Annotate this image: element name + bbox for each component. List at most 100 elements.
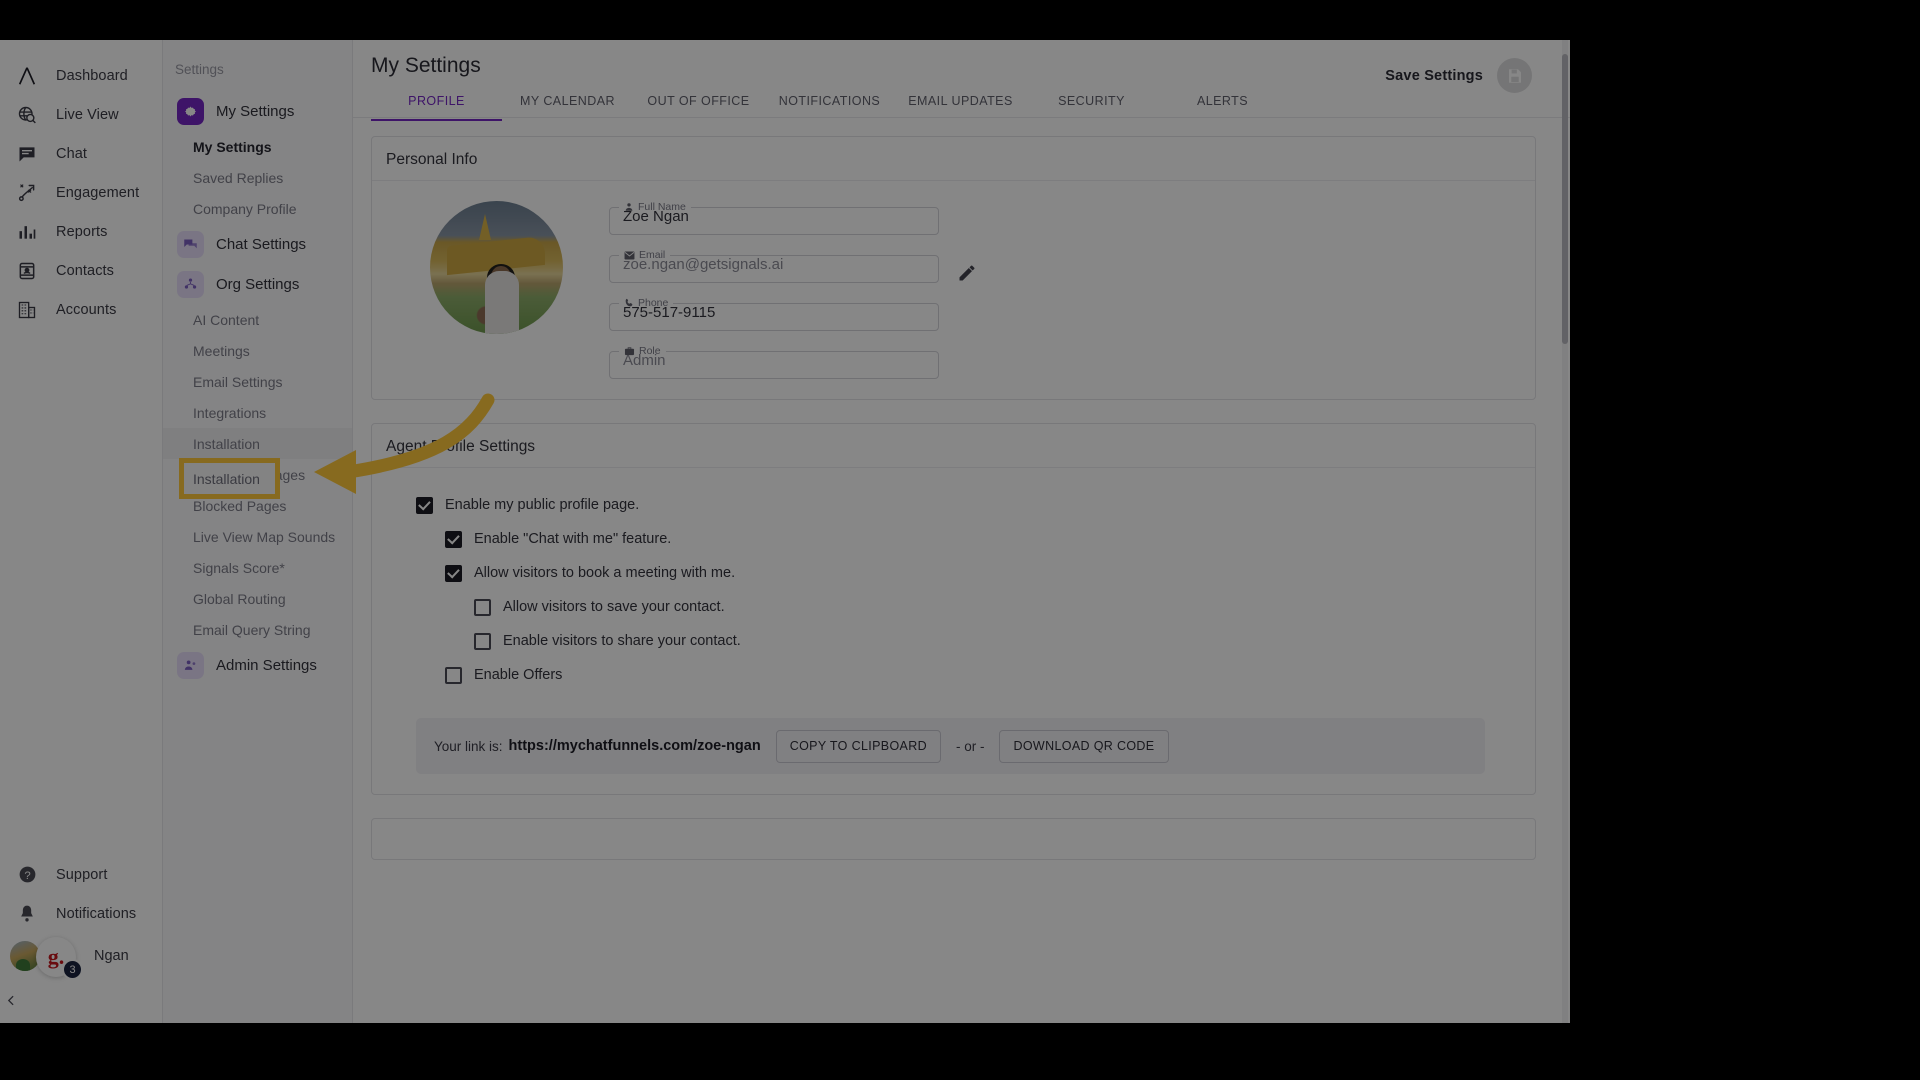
settings-group-admin-settings[interactable]: Admin Settings [163,645,352,685]
settings-sidebar-title: Settings [175,62,224,77]
notification-count-badge: 3 [62,959,83,980]
checkbox-box[interactable] [445,666,462,684]
user-name: Ngan [94,948,129,964]
sidebar-item-label: Blocked Pages [193,497,287,514]
admin-people-icon [177,651,204,679]
sidebar-item-label: Signals Score* [193,559,285,576]
personal-info-card: Personal Info Full Name Zoe Ngan Email z… [371,136,1536,400]
checkbox-label: Enable "Chat with me" feature. [474,531,672,547]
full-name-field[interactable]: Full Name Zoe Ngan [609,201,939,235]
phone-field[interactable]: Phone 575-517-9115 [609,297,939,331]
checkbox-box[interactable] [445,564,462,582]
checkbox-enable-share-contact[interactable]: Enable visitors to share your contact. [474,624,1515,658]
settings-group-chat-settings[interactable]: Chat Settings [163,224,352,264]
save-disk-icon[interactable] [1497,58,1532,93]
checkbox-box[interactable] [474,632,491,650]
role-field[interactable]: Role Admin [609,345,939,379]
checkbox-label: Enable visitors to share your contact. [503,633,741,649]
save-settings-label: Save Settings [1385,67,1483,84]
nav-item-chat[interactable]: Chat [0,134,162,173]
sidebar-item-email-query-string[interactable]: Email Query String [163,614,352,645]
gear-icon [177,97,204,125]
nav-item-reports[interactable]: Reports [0,212,162,251]
nav-item-live-view[interactable]: Live View [0,95,162,134]
tab-profile[interactable]: PROFILE [371,89,502,121]
settings-group-org-settings[interactable]: Org Settings [163,264,352,304]
checkbox-allow-save-contact[interactable]: Allow visitors to save your contact. [474,590,1515,624]
checkbox-box[interactable] [445,530,462,548]
sidebar-item-global-routing[interactable]: Global Routing [163,583,352,614]
sidebar-item-my-settings[interactable]: My Settings [163,131,352,162]
checkbox-label: Allow visitors to book a meeting with me… [474,565,736,581]
tab-notifications[interactable]: NOTIFICATIONS [764,89,895,121]
scrollbar-thumb[interactable] [1562,54,1568,344]
checkbox-enable-offers[interactable]: Enable Offers [445,658,1515,692]
svg-text:?: ? [24,870,30,882]
nav-item-support[interactable]: ? Support [0,855,162,894]
checkbox-enable-chat-with-me[interactable]: Enable "Chat with me" feature. [445,522,1515,556]
tab-my-calendar[interactable]: MY CALENDAR [502,89,633,121]
chat-bubble-icon [12,141,42,167]
field-value: Admin [623,352,666,369]
primary-nav-rail: Dashboard Live View Chat Engagement Repo… [0,40,163,1023]
nav-label: Chat [56,145,88,162]
annotation-highlight-label: Installation [193,470,260,487]
settings-group-my-settings[interactable]: My Settings [163,91,352,131]
user-profile-row[interactable]: g. 3 Ngan [0,933,162,980]
save-settings-area: Save Settings [1385,58,1532,93]
nav-label: Support [56,866,108,883]
settings-scroll-area[interactable]: Personal Info Full Name Zoe Ngan Email z… [353,118,1570,1023]
sidebar-item-label: Global Routing [193,590,286,607]
annotation-arrow-icon [314,393,495,494]
sidebar-item-ai-content[interactable]: AI Content [163,304,352,335]
profile-photo[interactable] [430,201,563,334]
tab-email-updates[interactable]: EMAIL UPDATES [895,89,1026,121]
tab-alerts[interactable]: ALERTS [1157,89,1288,121]
or-separator: - or - [955,738,985,754]
agent-profile-settings-card: Agent Profile Settings Enable my public … [371,423,1536,795]
personal-info-row: Full Name Zoe Ngan Email zoe.ngan@getsig… [386,181,1515,379]
tab-security[interactable]: SECURITY [1026,89,1157,121]
org-people-icon [177,270,204,298]
sidebar-item-live-view-map-sounds[interactable]: Live View Map Sounds [163,521,352,552]
sidebar-item-label: Company Profile [193,200,297,217]
checkbox-box[interactable] [474,598,491,616]
copy-to-clipboard-button[interactable]: COPY TO CLIPBOARD [775,729,941,763]
public-profile-url[interactable]: https://mychatfunnels.com/zoe-ngan [509,738,761,754]
sidebar-item-label: Saved Replies [193,169,284,186]
sidebar-item-meetings[interactable]: Meetings [163,335,352,366]
nav-item-dashboard[interactable]: Dashboard [0,56,162,95]
nav-item-accounts[interactable]: Accounts [0,290,162,329]
application-window: Dashboard Live View Chat Engagement Repo… [0,40,1570,1023]
photo-detail [479,214,492,241]
sidebar-item-label: Meetings [193,342,250,359]
download-qr-code-button[interactable]: DOWNLOAD QR CODE [999,729,1169,763]
tab-label: MY CALENDAR [519,94,616,108]
pencil-icon[interactable] [957,263,977,283]
tab-label: EMAIL UPDATES [908,94,1013,108]
nav-item-contacts[interactable]: Contacts [0,251,162,290]
tab-out-of-office[interactable]: OUT OF OFFICE [633,89,764,121]
settings-group-label: Org Settings [216,275,300,293]
sidebar-item-saved-replies[interactable]: Saved Replies [163,162,352,193]
nav-item-notifications[interactable]: Notifications [0,894,162,933]
nav-label: Dashboard [56,67,128,84]
tab-bar: PROFILE MY CALENDAR OUT OF OFFICE NOTIFI… [371,89,1570,121]
collapse-sidebar-icon[interactable] [0,989,22,1011]
email-field[interactable]: Email zoe.ngan@getsignals.ai [609,249,939,283]
chat-settings-icon [177,230,204,258]
agent-profile-title: Agent Profile Settings [386,438,536,455]
settings-sidebar: Settings My Settings My Settings Saved R… [163,40,353,1023]
building-icon [12,297,42,323]
checkbox-label: Enable Offers [474,667,563,683]
sidebar-item-company-profile[interactable]: Company Profile [163,193,352,224]
checkbox-enable-public-profile[interactable]: Enable my public profile page. [416,488,1515,522]
tab-label: OUT OF OFFICE [647,94,750,108]
field-value: Zoe Ngan [623,208,689,225]
sidebar-item-label: My Settings [193,138,272,155]
checkbox-allow-book-meeting[interactable]: Allow visitors to book a meeting with me… [445,556,1515,590]
bell-icon [12,901,42,927]
nav-label: Reports [56,223,108,240]
sidebar-item-signals-score[interactable]: Signals Score* [163,552,352,583]
nav-item-engagement[interactable]: Engagement [0,173,162,212]
